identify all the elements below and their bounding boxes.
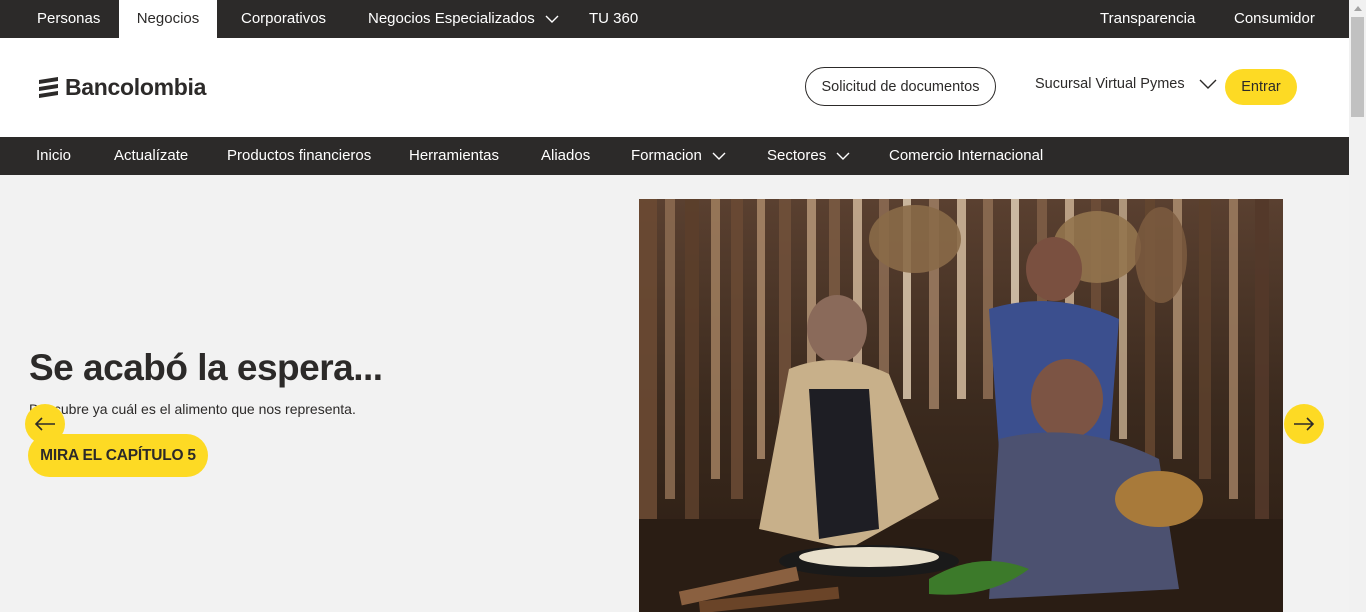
carousel-prev-button[interactable] xyxy=(25,404,65,444)
chevron-down-icon xyxy=(712,152,726,160)
chevron-down-icon xyxy=(1199,79,1217,89)
topbar-link-personas[interactable]: Personas xyxy=(37,0,100,38)
nav-item-label: Sectores xyxy=(767,147,827,164)
hero-photo-illustration xyxy=(639,199,1283,612)
chevron-down-icon xyxy=(836,152,850,160)
logo-text: Bancolombia xyxy=(65,73,207,100)
scroll-up-icon[interactable] xyxy=(1349,0,1366,17)
logo[interactable]: Bancolombia xyxy=(38,72,206,102)
page-scrollbar[interactable] xyxy=(1349,0,1366,612)
chevron-down-icon xyxy=(545,15,559,23)
top-bar: Personas Negocios Corporativos Negocios … xyxy=(0,0,1349,38)
entrar-button[interactable]: Entrar xyxy=(1225,69,1297,105)
topbar-link-negocios-especializados[interactable]: Negocios Especializados xyxy=(368,0,559,38)
topbar-link-consumidor[interactable]: Consumidor xyxy=(1234,0,1315,38)
topbar-link-tu360[interactable]: TU 360 xyxy=(589,0,638,38)
sucursal-virtual-dropdown[interactable]: Sucursal Virtual Pymes xyxy=(1035,76,1217,92)
nav-item-comercio-internacional[interactable]: Comercio Internacional xyxy=(889,137,1043,175)
hero-carousel: Se acabó la espera... Descubre ya cuál e… xyxy=(0,175,1349,612)
hero-subtitle: Descubre ya cuál es el alimento que nos … xyxy=(29,401,356,417)
topbar-link-negocios[interactable]: Negocios xyxy=(119,0,217,38)
site-header: Bancolombia Solicitud de documentos Sucu… xyxy=(0,38,1349,137)
bancolombia-logo-icon xyxy=(39,77,58,98)
solicitud-documentos-button[interactable]: Solicitud de documentos xyxy=(805,67,996,106)
carousel-next-button[interactable] xyxy=(1284,404,1324,444)
arrow-right-icon xyxy=(1294,417,1315,431)
topbar-link-transparencia[interactable]: Transparencia xyxy=(1100,0,1195,38)
arrow-left-icon xyxy=(34,417,55,431)
topbar-link-corporativos[interactable]: Corporativos xyxy=(241,0,326,38)
topbar-link-label: Negocios Especializados xyxy=(368,10,535,27)
nav-item-label: Formacion xyxy=(631,147,702,164)
nav-item-sectores[interactable]: Sectores xyxy=(767,137,850,175)
hero-title: Se acabó la espera... xyxy=(29,347,383,388)
nav-item-herramientas[interactable]: Herramientas xyxy=(409,137,499,175)
nav-item-inicio[interactable]: Inicio xyxy=(36,137,71,175)
nav-item-aliados[interactable]: Aliados xyxy=(541,137,590,175)
main-nav: Inicio Actualízate Productos financieros… xyxy=(0,137,1349,175)
nav-item-actualizate[interactable]: Actualízate xyxy=(114,137,188,175)
nav-item-formacion[interactable]: Formacion xyxy=(631,137,726,175)
sucursal-label: Sucursal Virtual Pymes xyxy=(1035,76,1185,92)
scroll-thumb[interactable] xyxy=(1351,17,1364,117)
hero-image xyxy=(639,199,1283,612)
nav-item-productos-financieros[interactable]: Productos financieros xyxy=(227,137,371,175)
